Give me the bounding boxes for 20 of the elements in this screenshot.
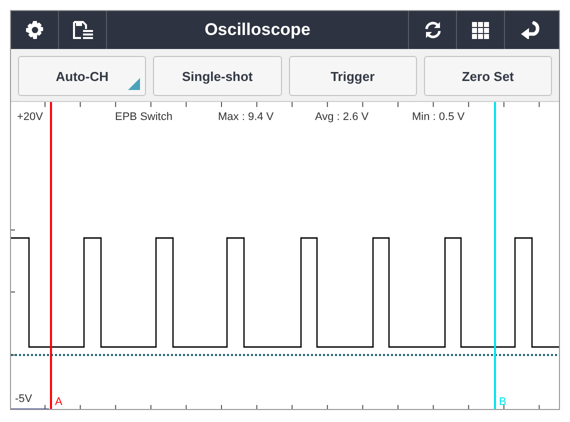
y-max-label: +20V [17, 111, 43, 123]
cursor[interactable]: A [50, 102, 62, 409]
channel-name: EPB Switch [115, 111, 172, 123]
refresh-icon[interactable] [422, 20, 442, 40]
min-reading: Min : 0.5 V [412, 111, 465, 123]
toolbar-button[interactable]: Zero Set [424, 56, 552, 96]
toolbar-button[interactable]: Single-shot [153, 56, 282, 96]
zero-marker [11, 408, 49, 409]
grid-icon[interactable] [472, 22, 489, 38]
window-title: Oscilloscope [204, 19, 312, 41]
cursor-label: A [55, 396, 62, 408]
max-reading: Max : 9.4 V [218, 111, 274, 123]
toolbar-button[interactable]: Trigger [288, 56, 417, 96]
dropdown-corner-icon [128, 78, 140, 90]
save-list-icon[interactable] [72, 20, 94, 40]
y-min-label: -5V [15, 393, 32, 405]
settings-icon[interactable] [26, 21, 44, 39]
avg-reading: Avg : 2.6 V [315, 111, 369, 123]
channel-dropdown[interactable]: Auto-CH [18, 56, 146, 96]
cursor-label: B [499, 396, 506, 408]
